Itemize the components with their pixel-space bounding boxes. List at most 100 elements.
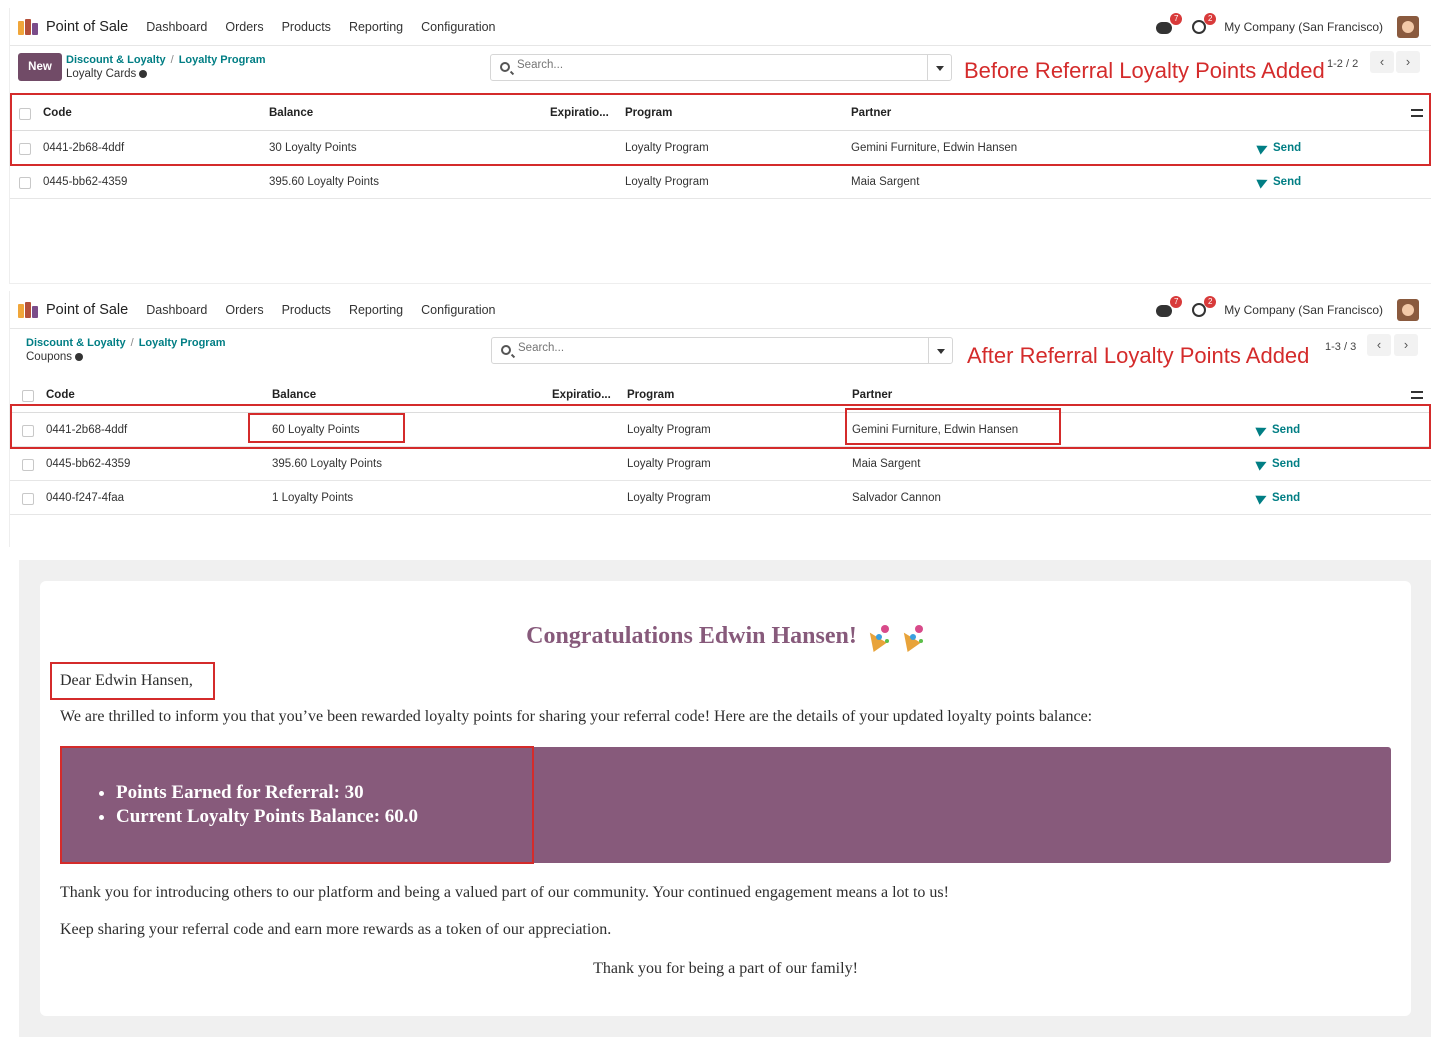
menu-orders[interactable]: Orders: [225, 303, 263, 317]
email-title: Congratulations Edwin Hansen!: [40, 623, 1411, 650]
messages-icon[interactable]: 7: [1156, 295, 1183, 319]
activities-icon[interactable]: 2: [1190, 12, 1217, 36]
search-options-toggle[interactable]: [928, 338, 952, 363]
pager-previous-button[interactable]: ‹: [1370, 51, 1394, 73]
column-program[interactable]: Program: [625, 95, 672, 131]
email-card: Congratulations Edwin Hansen! Dear Edwin…: [40, 581, 1411, 1016]
column-partner[interactable]: Partner: [851, 95, 891, 131]
send-button[interactable]: Send: [1256, 131, 1301, 165]
app-name[interactable]: Point of Sale: [46, 302, 128, 318]
table-row[interactable]: 0445-bb62-4359 395.60 Loyalty Points Loy…: [10, 447, 1431, 481]
gear-icon[interactable]: [139, 69, 148, 78]
points-summary-box: Points Earned for Referral: 30 Current L…: [60, 747, 1391, 863]
column-code[interactable]: Code: [46, 377, 75, 413]
table-header: Code Balance Expiratio... Program Partne…: [10, 95, 1431, 131]
column-program[interactable]: Program: [627, 377, 674, 413]
app-name[interactable]: Point of Sale: [46, 19, 128, 35]
email-greeting: Dear Edwin Hansen,: [60, 672, 193, 689]
menu-orders[interactable]: Orders: [225, 20, 263, 34]
column-balance[interactable]: Balance: [272, 377, 316, 413]
party-popper-icon: [863, 625, 891, 649]
cell-code: 0441-2b68-4ddf: [46, 424, 128, 436]
email-paragraph-1: Thank you for introducing others to our …: [60, 884, 949, 901]
pager-value[interactable]: 1-3 / 3: [1325, 341, 1356, 353]
search-input[interactable]: [518, 342, 918, 354]
table-row[interactable]: 0445-bb62-4359 395.60 Loyalty Points Loy…: [10, 165, 1431, 199]
select-all-checkbox[interactable]: [19, 108, 31, 120]
menu-dashboard[interactable]: Dashboard: [146, 303, 207, 317]
optional-columns-icon[interactable]: [1411, 391, 1423, 399]
cell-balance: 395.60 Loyalty Points: [269, 176, 379, 188]
table-row[interactable]: 0441-2b68-4ddf 30 Loyalty Points Loyalty…: [10, 131, 1431, 165]
row-checkbox[interactable]: [22, 425, 34, 437]
search-bar[interactable]: [491, 337, 953, 364]
messages-icon[interactable]: 7: [1156, 12, 1183, 36]
send-button[interactable]: Send: [1255, 413, 1300, 447]
pos-logo-icon[interactable]: [18, 301, 40, 318]
party-popper-icon: [897, 625, 925, 649]
breadcrumb-discount-loyalty[interactable]: Discount & Loyalty: [26, 337, 126, 349]
column-balance[interactable]: Balance: [269, 95, 313, 131]
column-code[interactable]: Code: [43, 95, 72, 131]
menu-configuration[interactable]: Configuration: [421, 303, 495, 317]
annotation-after: After Referral Loyalty Points Added: [967, 343, 1310, 368]
pager-value[interactable]: 1-2 / 2: [1327, 58, 1358, 70]
cell-code: 0441-2b68-4ddf: [43, 142, 125, 154]
breadcrumb-discount-loyalty[interactable]: Discount & Loyalty: [66, 54, 166, 66]
cell-partner: Maia Sargent: [851, 176, 920, 188]
select-all-checkbox[interactable]: [22, 390, 34, 402]
breadcrumb-loyalty-program[interactable]: Loyalty Program: [139, 337, 226, 349]
page-title: Coupons: [26, 351, 84, 363]
user-avatar[interactable]: [1397, 298, 1419, 321]
cell-program: Loyalty Program: [625, 176, 709, 188]
column-expiration[interactable]: Expiratio...: [552, 377, 611, 413]
gear-icon[interactable]: [75, 352, 84, 361]
breadcrumb-loyalty-program[interactable]: Loyalty Program: [179, 54, 266, 66]
send-button[interactable]: Send: [1256, 165, 1301, 199]
send-icon: [1255, 457, 1269, 471]
company-switcher[interactable]: My Company (San Francisco): [1224, 20, 1383, 34]
points-balance: Current Loyalty Points Balance: 60.0: [116, 805, 418, 829]
cell-partner: Maia Sargent: [852, 458, 921, 470]
optional-columns-icon[interactable]: [1411, 109, 1423, 117]
before-screenshot-panel: Point of Sale Dashboard Orders Products …: [9, 8, 1431, 284]
page-title: Loyalty Cards: [66, 68, 148, 80]
menu-reporting[interactable]: Reporting: [349, 303, 403, 317]
search-input[interactable]: [517, 59, 917, 71]
top-navbar: Point of Sale Dashboard Orders Products …: [10, 8, 1431, 46]
row-checkbox[interactable]: [22, 493, 34, 505]
menu-configuration[interactable]: Configuration: [421, 20, 495, 34]
pos-logo-icon[interactable]: [18, 18, 40, 35]
cell-program: Loyalty Program: [625, 142, 709, 154]
user-avatar[interactable]: [1397, 15, 1419, 38]
pager-next-button[interactable]: ›: [1396, 51, 1420, 73]
table-row[interactable]: 0441-2b68-4ddf 60 Loyalty Points Loyalty…: [10, 413, 1431, 447]
table-row[interactable]: 0440-f247-4faa 1 Loyalty Points Loyalty …: [10, 481, 1431, 515]
cell-program: Loyalty Program: [627, 424, 711, 436]
new-button[interactable]: New: [18, 53, 62, 81]
pager-next-button[interactable]: ›: [1394, 334, 1418, 356]
menu-products[interactable]: Products: [282, 20, 331, 34]
cell-program: Loyalty Program: [627, 458, 711, 470]
send-button[interactable]: Send: [1255, 481, 1300, 515]
menu-dashboard[interactable]: Dashboard: [146, 20, 207, 34]
activities-icon[interactable]: 2: [1190, 295, 1217, 319]
cell-program: Loyalty Program: [627, 492, 711, 504]
send-icon: [1255, 491, 1269, 505]
cell-partner: Salvador Cannon: [852, 492, 941, 504]
menu-reporting[interactable]: Reporting: [349, 20, 403, 34]
cell-code: 0440-f247-4faa: [46, 492, 125, 504]
row-checkbox[interactable]: [22, 459, 34, 471]
company-switcher[interactable]: My Company (San Francisco): [1224, 303, 1383, 317]
search-options-toggle[interactable]: [927, 55, 951, 80]
cell-partner: Gemini Furniture, Edwin Hansen: [851, 142, 1018, 154]
column-expiration[interactable]: Expiratio...: [550, 95, 609, 131]
row-checkbox[interactable]: [19, 177, 31, 189]
column-partner[interactable]: Partner: [852, 377, 892, 413]
pager-previous-button[interactable]: ‹: [1367, 334, 1391, 356]
search-bar[interactable]: [490, 54, 952, 81]
cell-balance: 395.60 Loyalty Points: [272, 458, 382, 470]
row-checkbox[interactable]: [19, 143, 31, 155]
menu-products[interactable]: Products: [282, 303, 331, 317]
send-button[interactable]: Send: [1255, 447, 1300, 481]
